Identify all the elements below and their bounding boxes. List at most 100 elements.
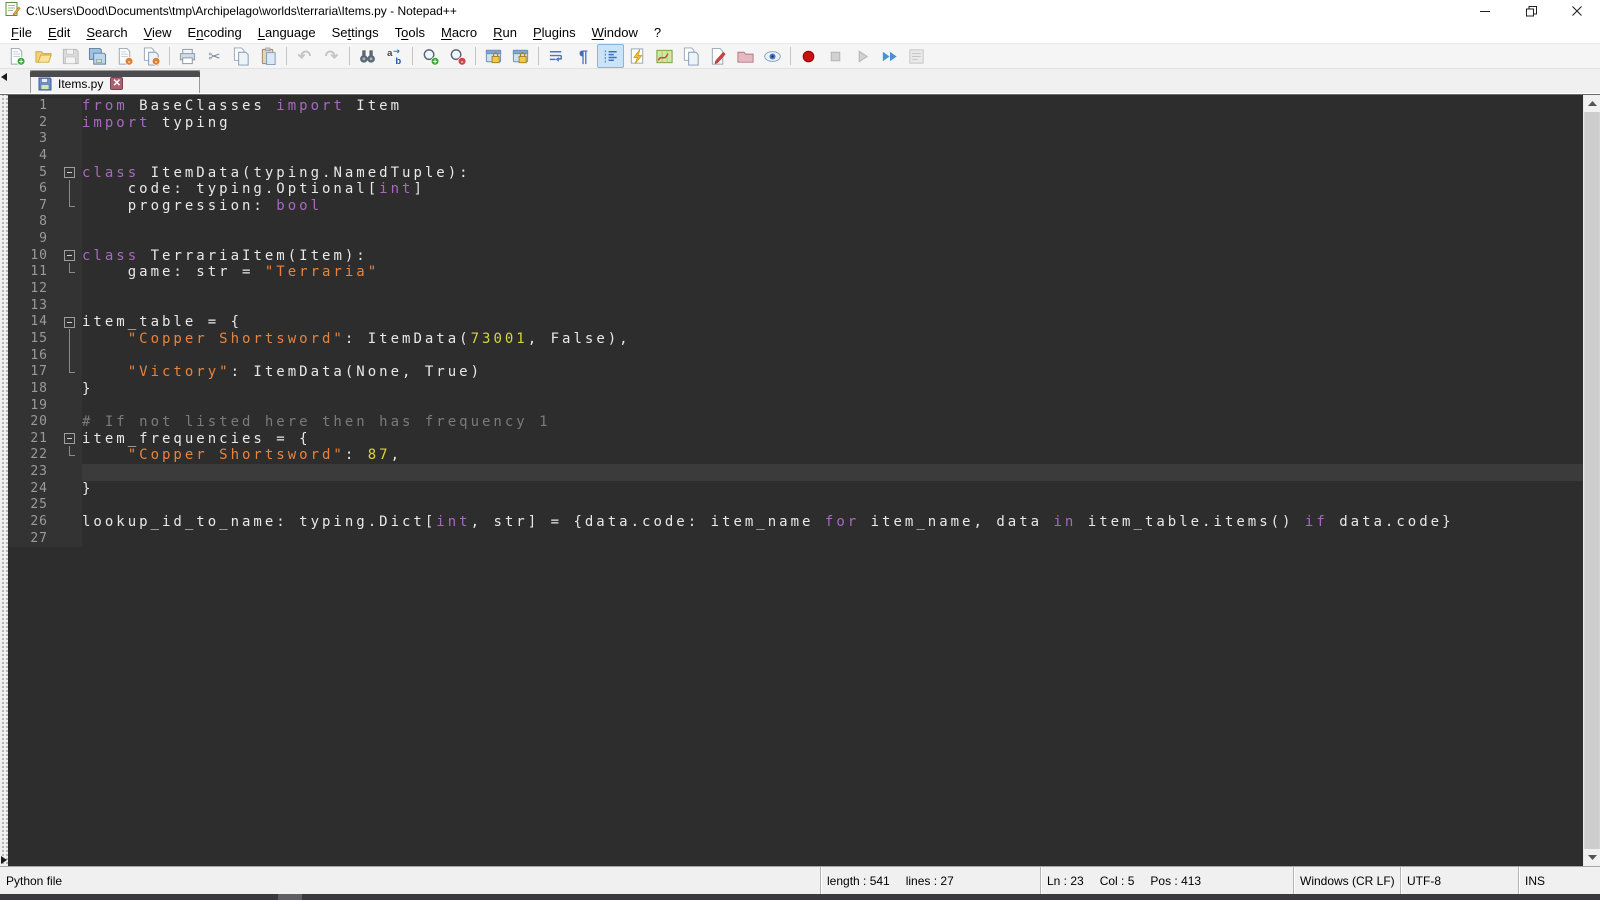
line-number[interactable]: 9 — [8, 231, 60, 248]
line-number[interactable]: 24 — [8, 481, 60, 498]
line-number[interactable]: 1 — [8, 98, 60, 115]
macro-record-button[interactable] — [795, 44, 822, 68]
code-text[interactable]: progression: bool — [82, 198, 1583, 215]
macro-run-multiple-button[interactable] — [876, 44, 903, 68]
tab-close-icon[interactable]: ✕ — [110, 77, 123, 90]
fold-margin[interactable] — [60, 381, 82, 398]
fold-margin[interactable] — [60, 364, 82, 381]
dock-grip[interactable] — [0, 95, 8, 866]
define-your-language-button[interactable] — [705, 44, 732, 68]
print-button[interactable] — [174, 44, 201, 68]
monitoring-button[interactable] — [759, 44, 786, 68]
fold-collapse-icon[interactable] — [64, 250, 75, 261]
status-encoding[interactable]: UTF-8 — [1400, 867, 1518, 894]
copy-button[interactable] — [228, 44, 255, 68]
fold-margin[interactable] — [60, 464, 82, 481]
fold-margin[interactable] — [60, 131, 82, 148]
status-eol-format[interactable]: Windows (CR LF) — [1293, 867, 1400, 894]
code-text[interactable]: "Victory": ItemData(None, True) — [82, 364, 1583, 381]
close-button[interactable] — [1554, 0, 1600, 22]
fold-margin[interactable] — [60, 115, 82, 132]
fold-margin[interactable] — [60, 165, 82, 182]
code-text[interactable]: class TerrariaItem(Item): — [82, 248, 1583, 265]
close-file-button[interactable]: - — [111, 44, 138, 68]
fold-margin[interactable] — [60, 331, 82, 348]
code-text[interactable]: } — [82, 381, 1583, 398]
line-number[interactable]: 6 — [8, 181, 60, 198]
new-file-button[interactable]: + — [3, 44, 30, 68]
line-number[interactable]: 2 — [8, 115, 60, 132]
line-number[interactable]: 22 — [8, 447, 60, 464]
line-number[interactable]: 13 — [8, 298, 60, 315]
fold-margin[interactable] — [60, 431, 82, 448]
code-text[interactable] — [82, 131, 1583, 148]
fold-margin[interactable] — [60, 447, 82, 464]
fold-collapse-icon[interactable] — [64, 433, 75, 444]
code-text[interactable] — [82, 531, 1583, 548]
fold-margin[interactable] — [60, 348, 82, 365]
word-wrap-button[interactable] — [543, 44, 570, 68]
code-text[interactable]: item_frequencies = { — [82, 431, 1583, 448]
fold-margin[interactable] — [60, 181, 82, 198]
menu-item-encoding[interactable]: Encoding — [180, 23, 250, 43]
line-number[interactable]: 21 — [8, 431, 60, 448]
line-number[interactable]: 3 — [8, 131, 60, 148]
tab-items-py[interactable]: Items.py ✕ — [30, 70, 200, 93]
fold-margin[interactable] — [60, 98, 82, 115]
fold-margin[interactable] — [60, 497, 82, 514]
line-number[interactable]: 8 — [8, 214, 60, 231]
line-number[interactable]: 16 — [8, 348, 60, 365]
code-text[interactable] — [82, 214, 1583, 231]
show-indent-guide-button[interactable] — [597, 44, 624, 68]
close-all-button[interactable]: - — [138, 44, 165, 68]
line-number[interactable]: 12 — [8, 281, 60, 298]
line-number[interactable]: 18 — [8, 381, 60, 398]
code-text[interactable] — [82, 497, 1583, 514]
minimize-button[interactable] — [1462, 0, 1508, 22]
fold-margin[interactable] — [60, 481, 82, 498]
code-text[interactable]: game: str = "Terraria" — [82, 264, 1583, 281]
fold-margin[interactable] — [60, 514, 82, 531]
macro-playback-button[interactable] — [849, 44, 876, 68]
line-number[interactable]: 27 — [8, 531, 60, 548]
code-text[interactable]: code: typing.Optional[int] — [82, 181, 1583, 198]
paste-button[interactable] — [255, 44, 282, 68]
fold-margin[interactable] — [60, 264, 82, 281]
menu-item-macro[interactable]: Macro — [433, 23, 485, 43]
code-text[interactable]: import typing — [82, 115, 1583, 132]
line-number[interactable]: 14 — [8, 314, 60, 331]
line-number[interactable]: 10 — [8, 248, 60, 265]
sync-vertical-scrolling-button[interactable] — [480, 44, 507, 68]
line-number[interactable]: 5 — [8, 165, 60, 182]
zoom-in-button[interactable]: + — [417, 44, 444, 68]
fold-margin[interactable] — [60, 214, 82, 231]
code-text[interactable]: from BaseClasses import Item — [82, 98, 1583, 115]
replace-button[interactable]: ab — [381, 44, 408, 68]
code-text[interactable] — [82, 148, 1583, 165]
fold-margin[interactable] — [60, 148, 82, 165]
fold-collapse-icon[interactable] — [64, 167, 75, 178]
function-list-button[interactable] — [624, 44, 651, 68]
show-all-characters-button[interactable]: ¶ — [570, 44, 597, 68]
menu-item-window[interactable]: Window — [584, 23, 646, 43]
scrollbar-thumb[interactable] — [1585, 112, 1599, 849]
code-text[interactable]: item_table = { — [82, 314, 1583, 331]
code-text[interactable] — [82, 398, 1583, 415]
code-text[interactable] — [82, 298, 1583, 315]
line-number[interactable]: 26 — [8, 514, 60, 531]
line-number[interactable]: 23 — [8, 464, 60, 481]
fold-margin[interactable] — [60, 231, 82, 248]
fold-margin[interactable] — [60, 314, 82, 331]
editor-lines[interactable]: 1 from BaseClasses import Item 2 import typ… — [8, 95, 1583, 866]
fold-collapse-icon[interactable] — [64, 317, 75, 328]
sync-horizontal-scrolling-button[interactable] — [507, 44, 534, 68]
line-number[interactable]: 17 — [8, 364, 60, 381]
undo-button[interactable]: ↶ — [291, 44, 318, 68]
fold-margin[interactable] — [60, 531, 82, 548]
menu-item-search[interactable]: Search — [78, 23, 135, 43]
fold-margin[interactable] — [60, 414, 82, 431]
menu-item-language[interactable]: Language — [250, 23, 324, 43]
code-text[interactable] — [82, 231, 1583, 248]
line-number[interactable]: 4 — [8, 148, 60, 165]
code-text[interactable] — [82, 348, 1583, 365]
